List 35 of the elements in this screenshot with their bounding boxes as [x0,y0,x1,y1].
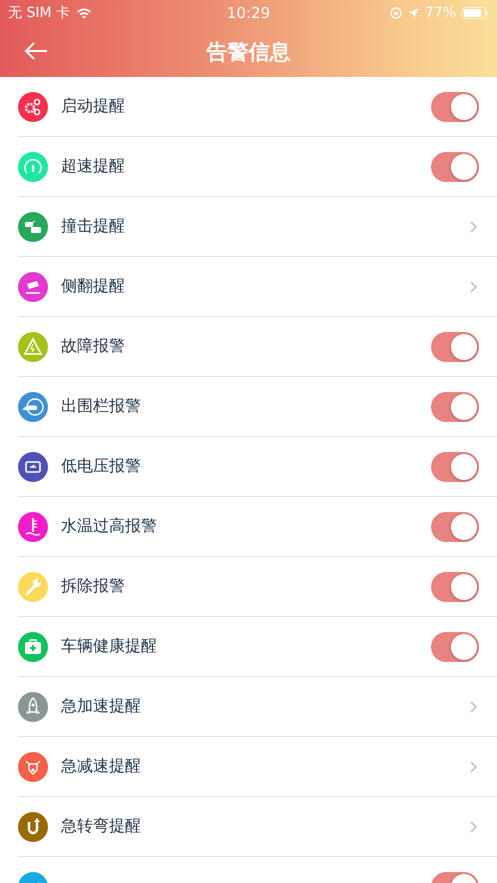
setting-label: 水温过高报警 [61,516,158,537]
chevron-icon[interactable] [470,760,477,772]
chevron-icon[interactable] [470,280,477,292]
setting-label: 启动提醒 [61,96,126,117]
clock-text: 10:29 [226,4,270,22]
toggle-switch[interactable] [431,392,479,422]
setting-label: 车辆健康提醒 [61,636,158,657]
toggle-switch[interactable] [431,632,479,662]
page-title: 告警信息 [206,38,290,66]
battery-text: 77% [424,5,456,21]
toggle-switch[interactable] [431,452,479,482]
setting-label: 低电压报警 [61,456,142,477]
wifi-icon [76,7,92,19]
location-icon [408,8,419,18]
setting-label: 侧翻提醒 [61,276,126,297]
toggle-switch[interactable] [431,92,479,122]
toggle-switch[interactable] [431,512,479,542]
rotation-lock-icon [390,7,402,19]
setting-label: 故障报警 [61,336,126,357]
setting-label: 急加速提醒 [61,696,142,717]
setting-label: 出围栏报警 [61,396,142,417]
toggle-switch[interactable] [431,572,479,602]
back-button[interactable] [22,40,50,62]
toggle-switch[interactable] [431,332,479,362]
setting-label: 超速提醒 [61,156,126,177]
setting-label: 拆除报警 [61,576,126,597]
chevron-icon[interactable] [470,700,477,712]
setting-label: 急减速提醒 [61,756,142,777]
chevron-icon[interactable] [470,820,477,832]
toggle-switch[interactable] [431,152,479,182]
chevron-icon[interactable] [470,220,477,232]
carrier-text: 无 SIM 卡 [8,4,70,22]
battery-icon [462,7,489,19]
setting-label: 撞击提醒 [61,216,126,237]
setting-label: 急转弯提醒 [61,816,142,837]
